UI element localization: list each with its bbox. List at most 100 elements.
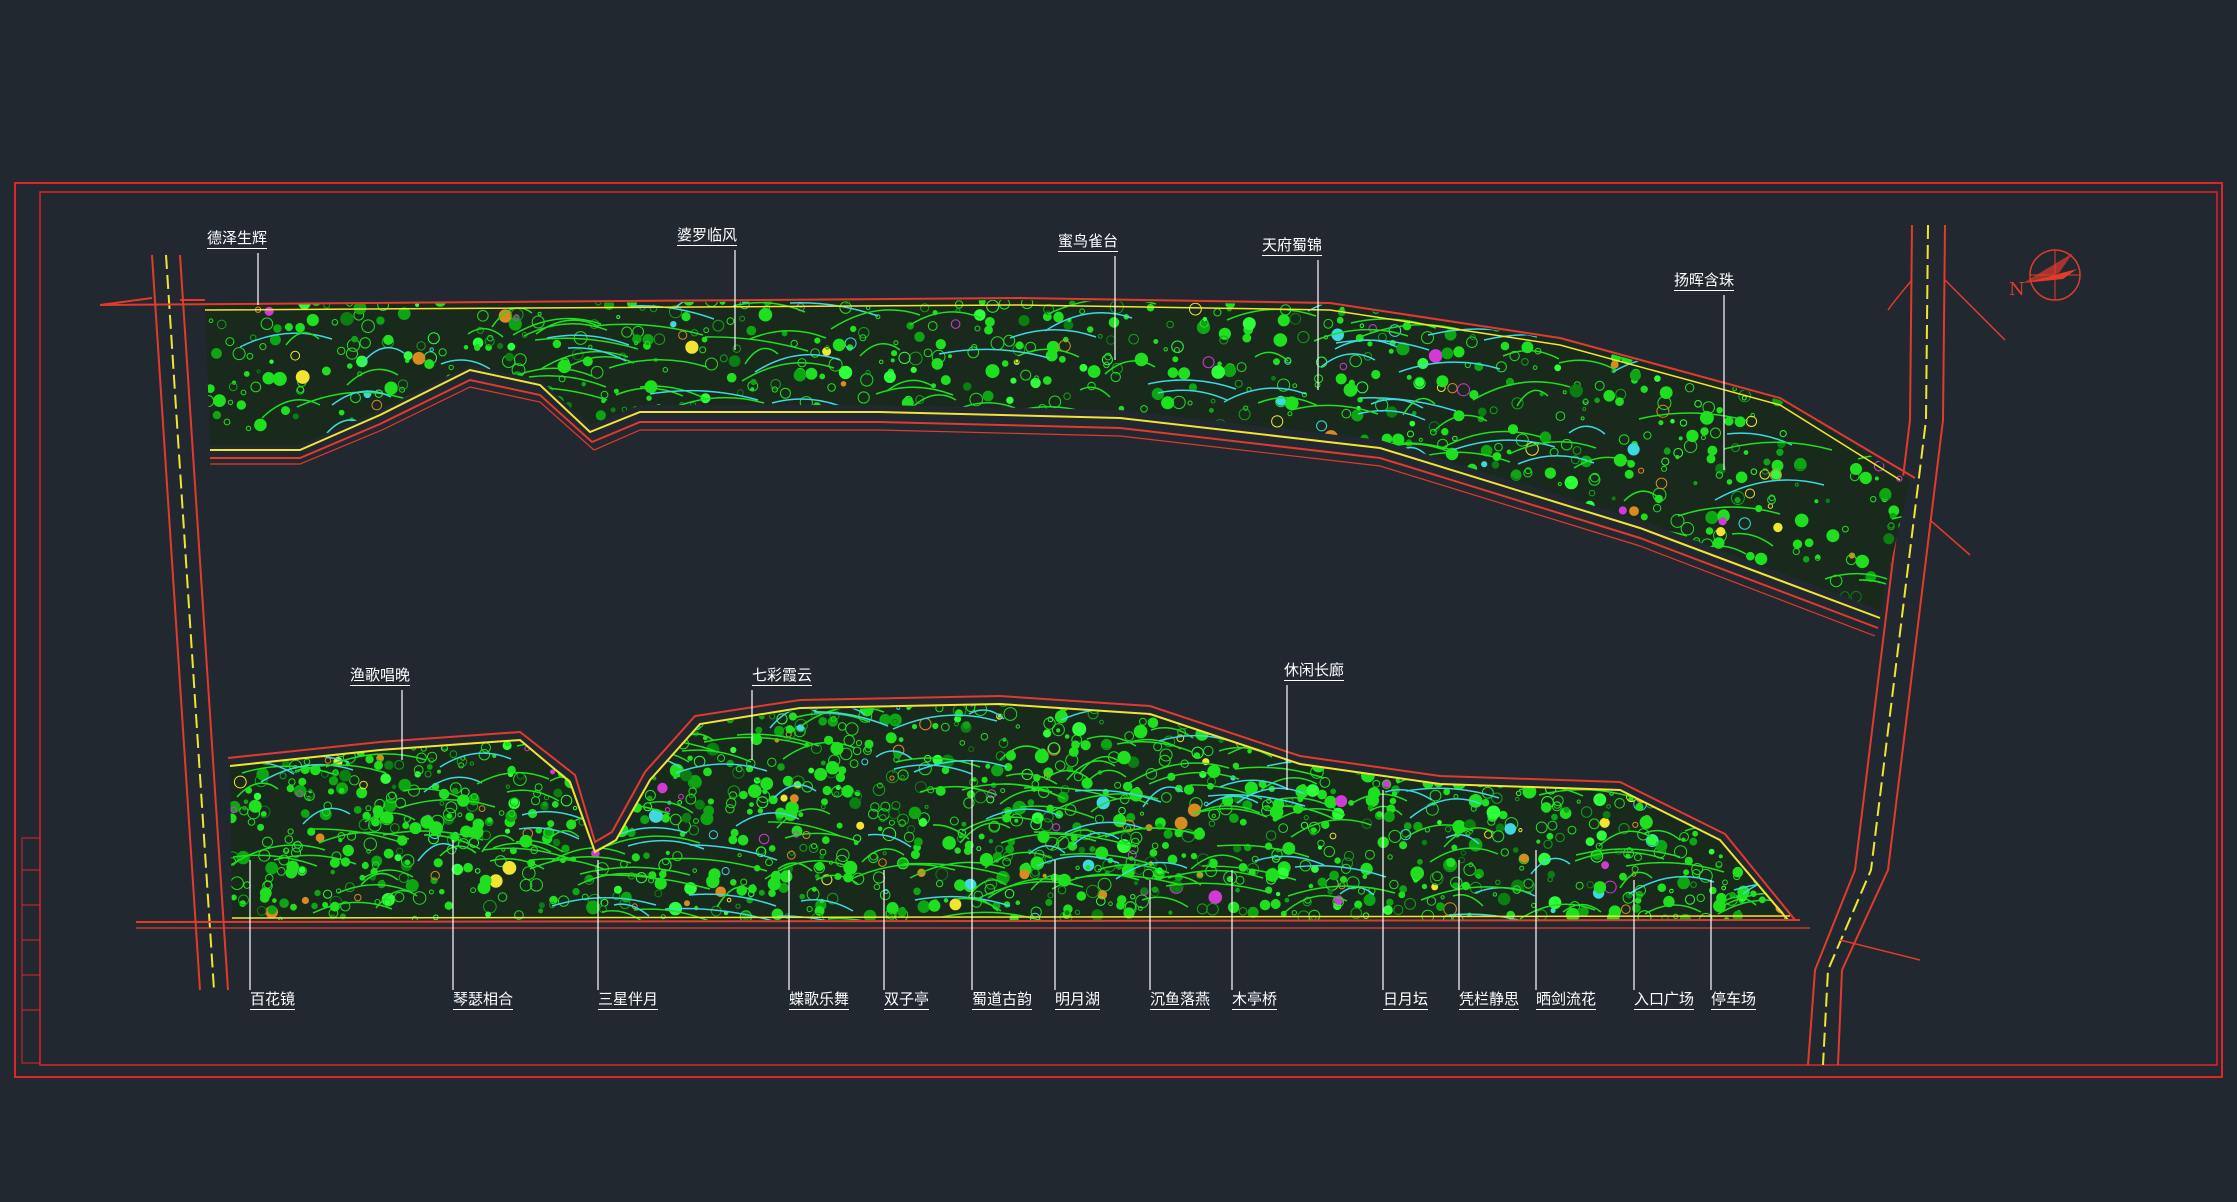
vegetation-mark: [863, 909, 877, 920]
path-mark: [546, 581, 591, 592]
vegetation-mark: [454, 567, 466, 579]
vegetation-mark: [1060, 602, 1068, 610]
vegetation-mark: [397, 452, 407, 462]
vegetation-mark: [819, 854, 825, 860]
vegetation-mark: [538, 720, 548, 730]
vegetation-mark: [687, 755, 693, 761]
vegetation-mark: [1689, 793, 1698, 802]
vegetation-mark: [504, 425, 512, 433]
vegetation-mark: [1034, 550, 1044, 559]
vegetation-mark: [1664, 731, 1670, 737]
vegetation-mark: [1412, 727, 1426, 742]
vegetation-mark: [1749, 341, 1758, 350]
vegetation-mark: [1200, 557, 1214, 571]
vegetation-mark: [985, 555, 1000, 570]
vegetation-mark: [1625, 853, 1631, 859]
vegetation-mark: [862, 580, 868, 586]
vegetation-mark: [257, 472, 268, 483]
vegetation-mark: [593, 710, 601, 719]
vegetation-mark: [1738, 753, 1750, 765]
vegetation-mark: [1629, 506, 1639, 517]
vegetation-mark: [1551, 813, 1558, 821]
vegetation-mark: [769, 845, 776, 851]
vegetation-mark: [687, 547, 693, 553]
vegetation-mark: [1813, 372, 1819, 378]
vegetation-mark: [1562, 756, 1573, 767]
vegetation-mark: [1152, 506, 1166, 520]
vegetation-mark: [1066, 574, 1072, 581]
vegetation-mark: [840, 381, 847, 387]
vegetation-mark: [251, 711, 261, 721]
vegetation-mark: [1134, 352, 1149, 367]
vegetation-mark: [1330, 788, 1337, 795]
vegetation-mark: [1750, 846, 1757, 854]
vegetation-mark: [1064, 503, 1076, 515]
vegetation-mark: [1584, 500, 1595, 511]
vegetation-mark: [1354, 900, 1363, 909]
vegetation-mark: [1368, 755, 1376, 762]
vegetation-mark: [331, 511, 339, 519]
vegetation-mark: [1877, 369, 1890, 382]
vegetation-mark: [1232, 581, 1242, 590]
vegetation-mark: [1394, 734, 1401, 741]
vegetation-mark: [1576, 705, 1584, 713]
vegetation-mark: [334, 614, 345, 625]
vegetation-mark: [261, 716, 269, 725]
vegetation-mark: [1033, 543, 1047, 556]
vegetation-mark: [1536, 727, 1550, 741]
vegetation-mark: [1443, 732, 1455, 744]
vegetation-mark: [454, 455, 461, 462]
vegetation-mark: [1542, 720, 1549, 727]
vegetation-mark: [1259, 568, 1265, 574]
vegetation-mark: [1447, 725, 1455, 734]
vegetation-mark: [1714, 811, 1726, 823]
vegetation-mark: [454, 737, 459, 742]
vegetation-mark: [590, 558, 604, 572]
vegetation-mark: [1754, 385, 1761, 392]
vegetation-mark: [1362, 560, 1368, 566]
vegetation-mark: [610, 407, 616, 413]
path-mark: [1766, 772, 1790, 792]
vegetation-mark: [465, 812, 475, 822]
vegetation-mark: [989, 545, 1000, 556]
vegetation-mark: [1095, 471, 1102, 477]
vegetation-mark: [407, 705, 421, 710]
path-mark: [1365, 493, 1423, 505]
path-mark: [677, 471, 768, 489]
path-mark: [602, 516, 689, 532]
vegetation-mark: [611, 722, 619, 730]
vegetation-mark: [1689, 347, 1702, 360]
vegetation-mark: [213, 538, 221, 547]
vegetation-mark: [352, 454, 360, 462]
vegetation-mark: [947, 354, 953, 359]
vegetation-mark: [1802, 556, 1810, 563]
vegetation-mark: [1440, 707, 1450, 716]
vegetation-mark: [1625, 747, 1638, 759]
vegetation-mark: [1138, 422, 1144, 429]
path-mark: [1468, 733, 1511, 743]
vegetation-mark: [1701, 354, 1711, 363]
vegetation-mark: [943, 898, 949, 903]
vegetation-mark: [361, 730, 370, 738]
vegetation-mark: [1459, 565, 1472, 577]
vegetation-mark: [1539, 575, 1547, 583]
vegetation-mark: [607, 779, 617, 789]
vegetation-mark: [1221, 454, 1230, 463]
vegetation-mark: [336, 612, 343, 619]
vegetation-mark: [1184, 708, 1189, 713]
vegetation-mark: [1335, 373, 1347, 385]
vegetation-mark: [479, 705, 492, 712]
vegetation-mark: [1764, 814, 1777, 828]
vegetation-mark: [636, 451, 642, 458]
vegetation-mark: [1898, 321, 1909, 333]
vegetation-mark: [1487, 698, 1491, 702]
vegetation-mark: [1299, 529, 1306, 536]
vegetation-mark: [1287, 709, 1293, 714]
vegetation-mark: [1666, 789, 1680, 802]
vegetation-mark: [1183, 784, 1195, 795]
path-mark: [1891, 512, 1910, 522]
vegetation-mark: [1178, 567, 1188, 577]
vegetation-mark: [1898, 521, 1907, 530]
vegetation-mark: [290, 709, 304, 723]
vegetation-mark: [643, 852, 650, 860]
